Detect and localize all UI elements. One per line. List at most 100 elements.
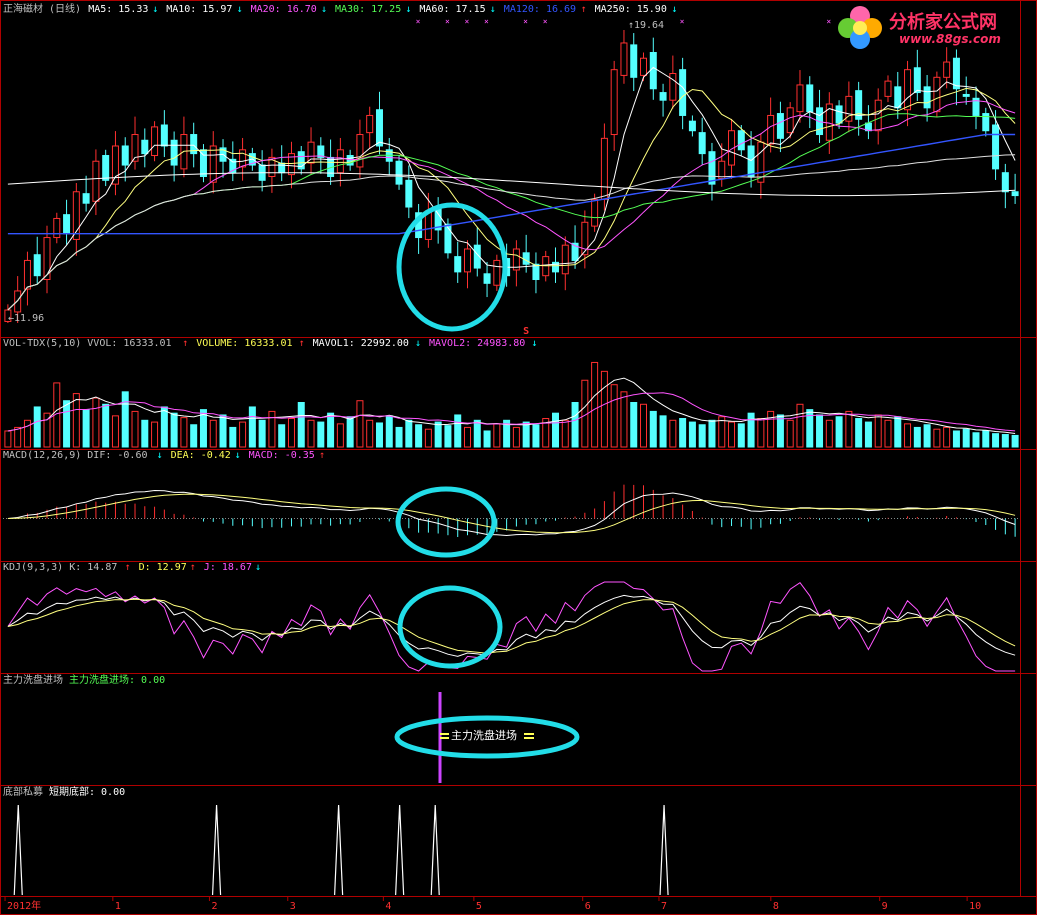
volume-bar — [151, 421, 159, 448]
volume-bar — [102, 403, 110, 448]
candle-body — [170, 139, 178, 166]
volume-bar — [796, 403, 804, 448]
volume-bar — [552, 412, 560, 448]
volume-bar — [786, 419, 794, 448]
candle-body — [776, 113, 784, 139]
candle-body — [356, 134, 364, 168]
candle-body — [405, 179, 413, 208]
volume-bar — [952, 430, 960, 448]
volume-bar — [366, 419, 374, 448]
volume-bar — [454, 414, 462, 448]
volume-bar — [131, 410, 139, 448]
volume-bar — [679, 418, 687, 448]
price-legend-arrow: ↓ — [152, 4, 158, 15]
candle-body — [1011, 191, 1019, 197]
candle-body — [610, 69, 618, 136]
volume-bar — [493, 423, 501, 448]
top-cross-marker: × — [445, 17, 450, 26]
candle-body — [483, 273, 491, 284]
volume-bar — [375, 422, 383, 448]
volume-bar — [591, 361, 599, 448]
highlight-circle-price — [396, 202, 508, 332]
candle-body — [640, 57, 648, 76]
x-tick-label: 2012年 — [7, 899, 41, 912]
candle-body — [141, 139, 149, 155]
candle-body — [92, 160, 100, 202]
candle-body — [522, 252, 530, 265]
volume-bar — [767, 410, 775, 448]
volume-legend-arrow: ↓ — [531, 338, 537, 349]
volume-bar — [92, 397, 100, 448]
wash-marker-left — [440, 733, 449, 735]
top-cross-marker: × — [826, 17, 831, 26]
candle-body — [649, 52, 657, 90]
kdj-legend-arrow: ↓ — [255, 562, 261, 573]
candle-body — [874, 99, 882, 132]
candle-body — [747, 145, 755, 178]
candle-body — [679, 69, 687, 116]
volume-legend-arrow: ↑ — [182, 338, 188, 349]
kdj-legend-arrow: ↑ — [190, 562, 196, 573]
candle-body — [1001, 172, 1009, 193]
x-tick-label: 9 — [882, 901, 888, 912]
volume-bar — [4, 430, 12, 448]
candle-body — [444, 223, 452, 254]
wash-legend-item: 主力洗盘进场 — [3, 673, 63, 686]
highlight-circle-macd — [395, 486, 497, 558]
volume-bar — [405, 419, 413, 448]
volume-bar — [816, 414, 824, 448]
candles — [4, 30, 1019, 323]
candle-body — [121, 145, 129, 166]
ma60-line — [7, 154, 1016, 311]
volume-bar — [287, 418, 295, 448]
volume-bar — [483, 430, 491, 448]
candle-body — [199, 149, 207, 177]
stock-chart[interactable]: 正海磁材 (日线) MA5: 15.33 ↓ MA10: 15.97 ↓ MA20: 16… — [0, 0, 1037, 915]
x-tick-label: 8 — [773, 901, 779, 912]
dea-line — [7, 493, 1016, 534]
volume-bar — [307, 419, 315, 448]
price-legend-arrow: ↓ — [671, 4, 677, 15]
price-legend-item: MA20: 16.70 — [251, 4, 317, 15]
volume-bar — [630, 402, 638, 448]
volume-bar — [776, 414, 784, 448]
volume-bar — [1011, 434, 1019, 448]
candle-body — [151, 126, 159, 157]
wash-marker-right — [524, 737, 534, 739]
top-cross-marker: × — [464, 17, 469, 26]
candle-body — [278, 162, 286, 174]
wash-signal-label: 主力洗盘进场 — [451, 728, 517, 742]
candle-body — [806, 84, 814, 113]
volume-bar — [933, 428, 941, 448]
x-tick-label: 3 — [290, 901, 296, 912]
volume-bars — [4, 361, 1019, 448]
candle-body — [53, 217, 61, 239]
candle-body — [962, 93, 970, 97]
volume-bar — [610, 384, 618, 448]
volume-bar — [434, 421, 442, 448]
candle-body — [82, 193, 90, 204]
bottom-spike — [659, 804, 669, 896]
high-price-label: ↑19.64 — [628, 20, 664, 31]
volume-bar — [248, 406, 256, 448]
price-legend-item: MA10: 15.97 — [166, 4, 232, 15]
volume-bar — [258, 419, 266, 448]
candle-body — [737, 130, 745, 151]
volume-bar — [121, 391, 129, 448]
volume-bar — [982, 430, 990, 448]
candle-body — [992, 124, 1000, 170]
bottom-legend-item: 短期底部: 0.00 — [49, 785, 125, 798]
volume-bar — [33, 406, 41, 448]
candle-body — [952, 57, 960, 90]
mavol1-line — [7, 377, 1016, 434]
top-cross-marker: × — [416, 17, 421, 26]
volume-bar — [532, 424, 540, 448]
candle-body — [659, 92, 667, 101]
x-tick-label: 2 — [211, 901, 217, 912]
volume-bar — [180, 417, 188, 448]
candle-body — [835, 105, 843, 124]
top-cross-marker: × — [523, 17, 528, 26]
macd-legend-item: MACD: -0.35 — [249, 450, 315, 461]
volume-bar — [855, 418, 863, 448]
volume-bar — [845, 410, 853, 448]
